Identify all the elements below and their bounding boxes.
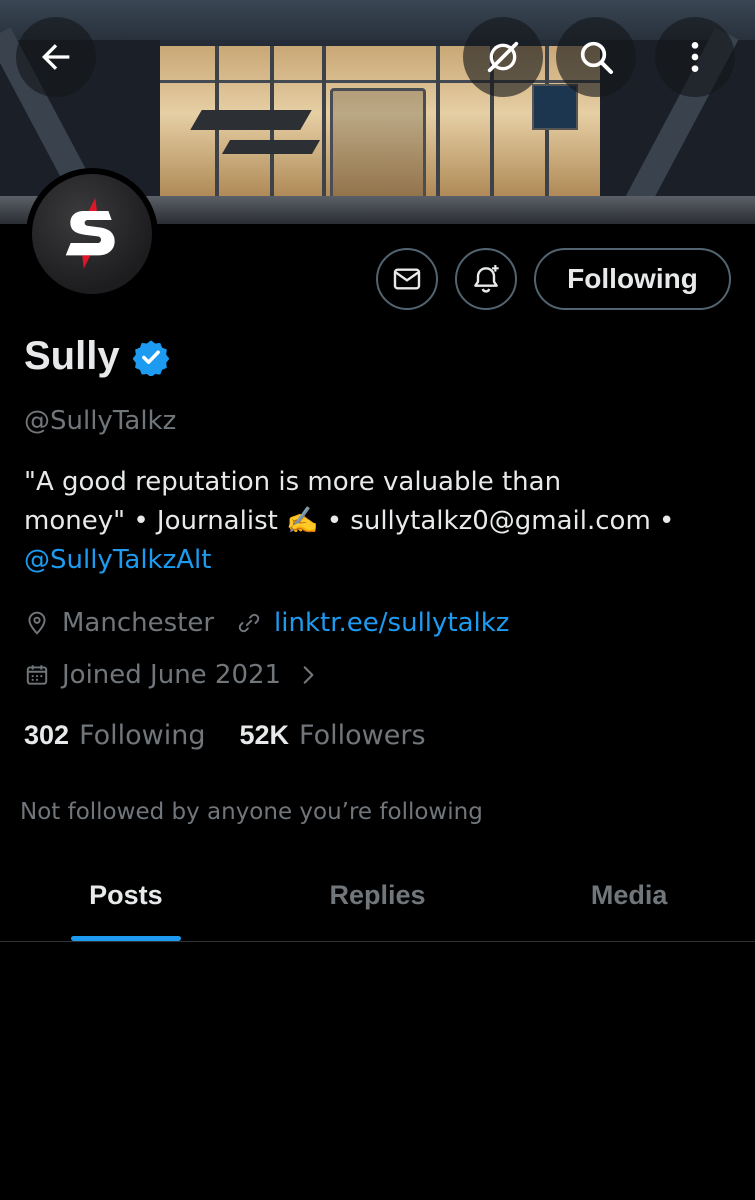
search-icon bbox=[580, 41, 613, 74]
profile-bio: "A good reputation is more valuable than… bbox=[24, 463, 724, 580]
followers-count-link[interactable]: 52K Followers bbox=[240, 720, 426, 751]
profile-tabs: Posts Replies Media bbox=[0, 858, 755, 942]
profile-name-row: Sully bbox=[24, 334, 170, 379]
following-count-link[interactable]: 302 Following bbox=[24, 720, 206, 751]
back-button[interactable] bbox=[16, 17, 96, 97]
banner-sky bbox=[0, 0, 755, 40]
avatar-image bbox=[32, 174, 152, 294]
dollar-s-logo-icon bbox=[65, 197, 115, 269]
joined-date: Joined June 2021 bbox=[62, 660, 282, 690]
website: linktr.ee/sullytalkz bbox=[236, 608, 509, 638]
location-text: Manchester bbox=[62, 608, 215, 638]
banner-mullion bbox=[436, 46, 440, 196]
joined-row[interactable]: Joined June 2021 bbox=[24, 660, 321, 690]
search-button[interactable] bbox=[556, 17, 636, 97]
calendar-icon bbox=[26, 665, 48, 685]
followers-label: Followers bbox=[299, 720, 426, 751]
message-button[interactable] bbox=[376, 248, 438, 310]
grok-button[interactable] bbox=[463, 17, 543, 97]
website-link[interactable]: linktr.ee/sullytalkz bbox=[274, 608, 509, 638]
notifications-button[interactable] bbox=[455, 248, 517, 310]
banner-revolving-door bbox=[330, 88, 426, 200]
banner-staircase bbox=[190, 110, 312, 130]
arrow-left-icon bbox=[42, 44, 70, 70]
tab-replies[interactable]: Replies bbox=[252, 858, 504, 941]
tab-posts[interactable]: Posts bbox=[0, 858, 252, 941]
grok-icon bbox=[487, 41, 519, 73]
tab-media[interactable]: Media bbox=[503, 858, 755, 941]
following-count: 302 bbox=[24, 720, 70, 750]
banner-mullion bbox=[322, 46, 326, 196]
not-followed-notice: Not followed by anyone you’re following bbox=[20, 799, 483, 825]
bio-mention-link[interactable]: @SullyTalkzAlt bbox=[24, 541, 724, 580]
following-button[interactable]: Following bbox=[534, 248, 731, 310]
envelope-icon bbox=[393, 268, 421, 290]
bio-line: "A good reputation is more valuable than bbox=[24, 467, 562, 497]
followers-count: 52K bbox=[239, 720, 290, 750]
banner-screen bbox=[532, 84, 578, 130]
bell-plus-icon bbox=[474, 265, 499, 293]
following-label: Following bbox=[79, 720, 206, 751]
banner-staircase bbox=[221, 140, 321, 154]
more-button[interactable] bbox=[655, 17, 735, 97]
avatar[interactable] bbox=[26, 168, 158, 300]
location-pin-icon bbox=[28, 611, 46, 635]
tab-label: Posts bbox=[89, 880, 163, 910]
active-tab-indicator bbox=[70, 936, 181, 941]
verified-badge[interactable] bbox=[132, 338, 170, 376]
location: Manchester bbox=[24, 608, 214, 638]
bio-line: money" • Journalist ✍️ • sullytalkz0@gma… bbox=[24, 506, 675, 536]
profile-meta-row: Manchester linktr.ee/sullytalkz bbox=[24, 608, 531, 638]
tab-label: Replies bbox=[329, 880, 426, 910]
follow-counts: 302 Following 52K Followers bbox=[24, 720, 426, 751]
verified-icon bbox=[132, 339, 169, 376]
chevron-right-icon bbox=[303, 666, 314, 684]
link-icon bbox=[238, 613, 260, 633]
profile-handle: @SullyTalkz bbox=[24, 406, 177, 436]
more-vertical-icon bbox=[691, 42, 699, 72]
profile-name: Sully bbox=[24, 334, 120, 378]
tab-label: Media bbox=[590, 880, 668, 910]
